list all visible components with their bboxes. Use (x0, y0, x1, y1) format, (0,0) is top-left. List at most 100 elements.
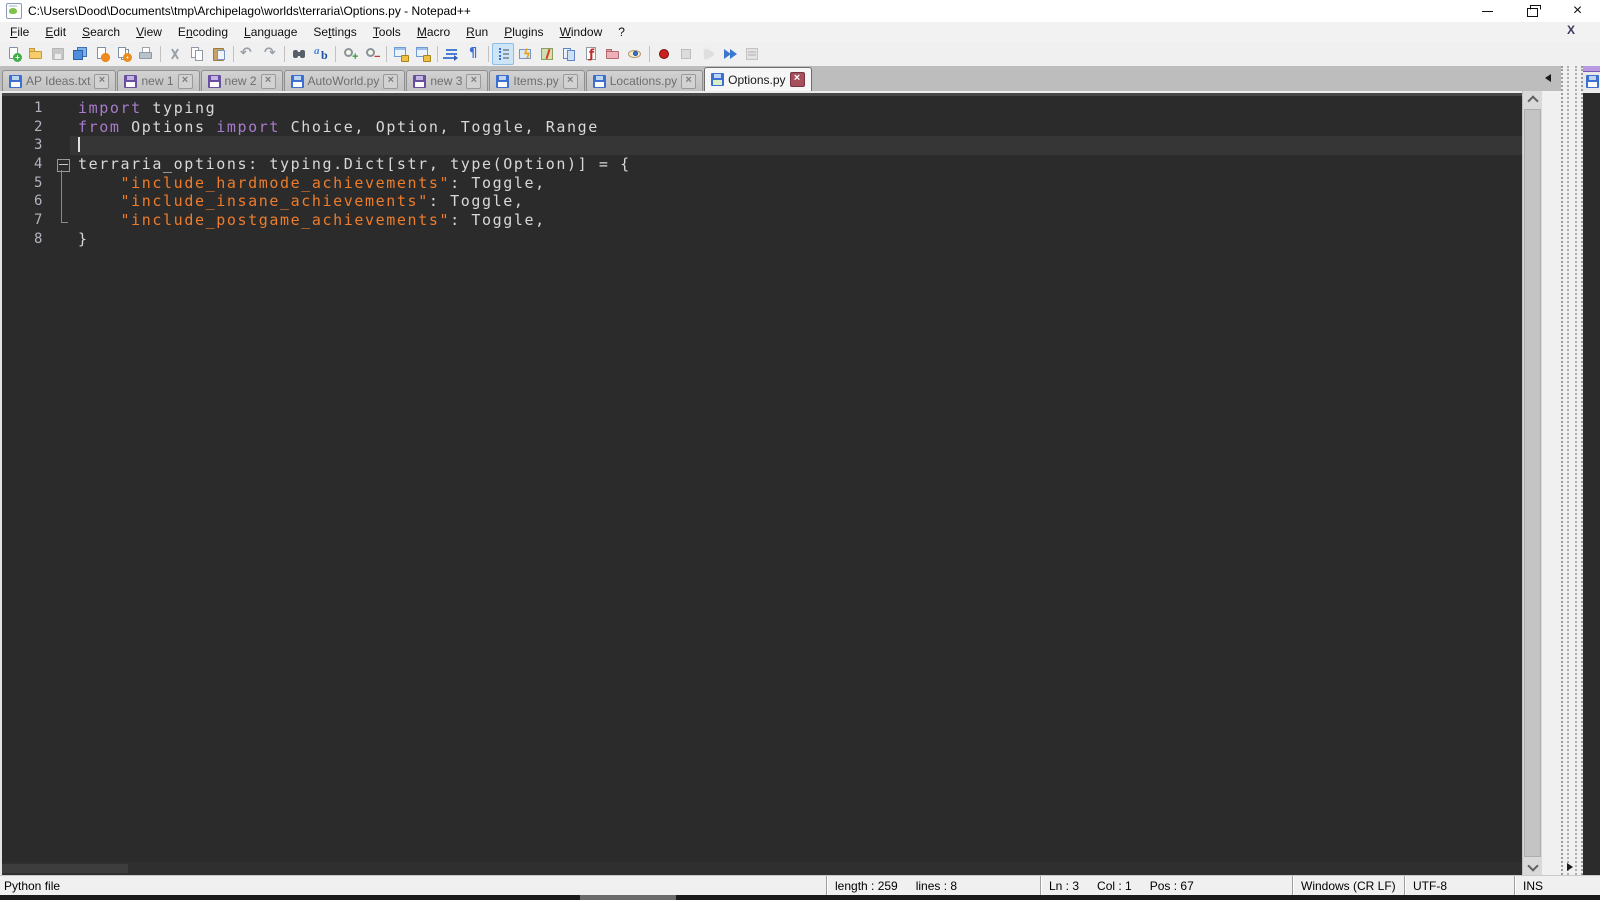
code-text[interactable]: "include_hardmode_achievements": Toggle, (70, 174, 1522, 193)
cut-button[interactable] (164, 43, 186, 65)
code-editor[interactable]: 1 import typing 2 from Options import Choic… (0, 91, 1522, 875)
tab-locations-py[interactable]: Locations.py (585, 70, 704, 91)
code-segment: "include_postgame_achievements" (120, 211, 451, 230)
sync-vertical-button[interactable] (390, 43, 412, 65)
close-all-icon (116, 46, 132, 62)
code-text[interactable]: "include_postgame_achievements": Toggle, (70, 211, 1522, 230)
menu-language[interactable]: Language (236, 23, 305, 41)
view-splitter[interactable] (1561, 66, 1583, 875)
folder-as-workspace-button[interactable] (602, 43, 624, 65)
secondary-tab-fragment[interactable] (1583, 66, 1600, 91)
code-text[interactable]: } (70, 230, 1522, 249)
zoom-in-button[interactable] (339, 43, 361, 65)
tab-close-icon[interactable] (260, 73, 276, 89)
close-document-icon[interactable]: X (1567, 23, 1575, 37)
print-button[interactable] (135, 43, 157, 65)
menu-encoding[interactable]: Encoding (170, 23, 236, 41)
undo-icon (240, 45, 256, 62)
menu-settings[interactable]: Settings (305, 23, 364, 41)
editor-line: 3 (2, 136, 1522, 156)
code-text[interactable]: from Options import Choice, Option, Togg… (70, 118, 1522, 137)
menu-view[interactable]: View (128, 23, 170, 41)
tab-close-icon[interactable] (562, 73, 578, 89)
fold-start-marker[interactable] (54, 155, 70, 174)
tab-close-icon[interactable] (177, 73, 193, 89)
menu-search[interactable]: Search (74, 23, 128, 41)
restore-button[interactable] (1510, 0, 1555, 22)
tab-close-icon[interactable] (94, 73, 110, 89)
tab-close-icon[interactable] (789, 72, 805, 87)
vertical-scrollbar-thumb[interactable] (1524, 109, 1541, 857)
replace-button[interactable] (310, 43, 332, 65)
toolbar-separator (488, 46, 489, 62)
indent-guide-button[interactable] (492, 43, 514, 65)
code-text[interactable]: terraria_options: typing.Dict[str, type(… (70, 155, 1522, 174)
close-button[interactable] (91, 43, 113, 65)
find-button[interactable] (288, 43, 310, 65)
fold-margin (54, 230, 70, 249)
restore-icon (1527, 7, 1538, 17)
zoom-out-button[interactable] (361, 43, 383, 65)
function-list-button[interactable] (580, 43, 602, 65)
redo-button[interactable] (259, 43, 281, 65)
sync-horizontal-button[interactable] (412, 43, 434, 65)
save-all-button[interactable] (69, 43, 91, 65)
doc-list-button[interactable] (558, 43, 580, 65)
menu-file[interactable]: File (2, 23, 37, 41)
tab-items-py[interactable]: Items.py (489, 70, 585, 91)
macro-play-button[interactable] (697, 43, 719, 65)
tab-new-3[interactable]: new 3 (406, 70, 489, 91)
scroll-down-button[interactable] (1523, 859, 1542, 875)
tab-close-icon[interactable] (383, 73, 399, 89)
macro-record-button[interactable] (653, 43, 675, 65)
tab-close-icon[interactable] (681, 73, 697, 89)
paste-button[interactable] (208, 43, 230, 65)
close-all-button[interactable] (113, 43, 135, 65)
menu-macro[interactable]: Macro (409, 23, 458, 41)
text-caret (78, 137, 80, 153)
plugin-lightning-button[interactable] (514, 43, 536, 65)
undo-button[interactable] (237, 43, 259, 65)
code-text[interactable]: import typing (70, 99, 1522, 118)
zoom-out-icon (364, 46, 380, 62)
new-file-icon (6, 46, 22, 62)
macro-run-multiple-button[interactable] (719, 43, 741, 65)
macro-save-button[interactable] (741, 43, 763, 65)
menu-run[interactable]: Run (458, 23, 496, 41)
vertical-scrollbar[interactable] (1522, 91, 1542, 875)
code-text[interactable] (70, 136, 1522, 156)
tab-label: new 3 (430, 74, 463, 88)
minimize-button[interactable] (1465, 0, 1510, 22)
macro-stop-button[interactable] (675, 43, 697, 65)
save-button[interactable] (47, 43, 69, 65)
new-file-button[interactable] (3, 43, 25, 65)
tab-close-icon[interactable] (466, 73, 482, 89)
horizontal-scrollbar-thumb[interactable] (2, 864, 128, 873)
menu-tools[interactable]: Tools (365, 23, 409, 41)
menu-edit[interactable]: Edit (37, 23, 74, 41)
vertical-scroll-track[interactable] (1523, 107, 1542, 859)
horizontal-scrollbar[interactable] (2, 862, 1522, 875)
tab-autoworld-py[interactable]: AutoWorld.py (283, 70, 406, 91)
editor-line: 4 terraria_options: typing.Dict[str, type… (2, 155, 1522, 174)
show-all-characters-button[interactable] (463, 43, 485, 65)
scroll-up-button[interactable] (1523, 91, 1542, 107)
code-segment: from (78, 117, 121, 136)
copy-button[interactable] (186, 43, 208, 65)
tab-options-py[interactable]: Options.py (704, 67, 812, 91)
menu-?[interactable]: ? (610, 23, 633, 41)
tab-ap-ideas-txt[interactable]: AP Ideas.txt (2, 70, 117, 91)
tab-scroll-left-icon[interactable] (1545, 74, 1551, 82)
tab-new-1[interactable]: new 1 (117, 70, 200, 91)
word-wrap-button[interactable] (441, 43, 463, 65)
status-encoding-section: UTF-8 (1404, 876, 1514, 895)
close-button[interactable]: × (1555, 0, 1600, 22)
sync-horizontal-icon (415, 46, 431, 62)
menu-window[interactable]: Window (552, 23, 611, 41)
code-text[interactable]: "include_insane_achievements": Toggle, (70, 192, 1522, 211)
tab-new-2[interactable]: new 2 (200, 70, 283, 91)
doc-map-button[interactable] (536, 43, 558, 65)
menu-plugins[interactable]: Plugins (496, 23, 551, 41)
monitoring-button[interactable] (624, 43, 646, 65)
open-file-button[interactable] (25, 43, 47, 65)
